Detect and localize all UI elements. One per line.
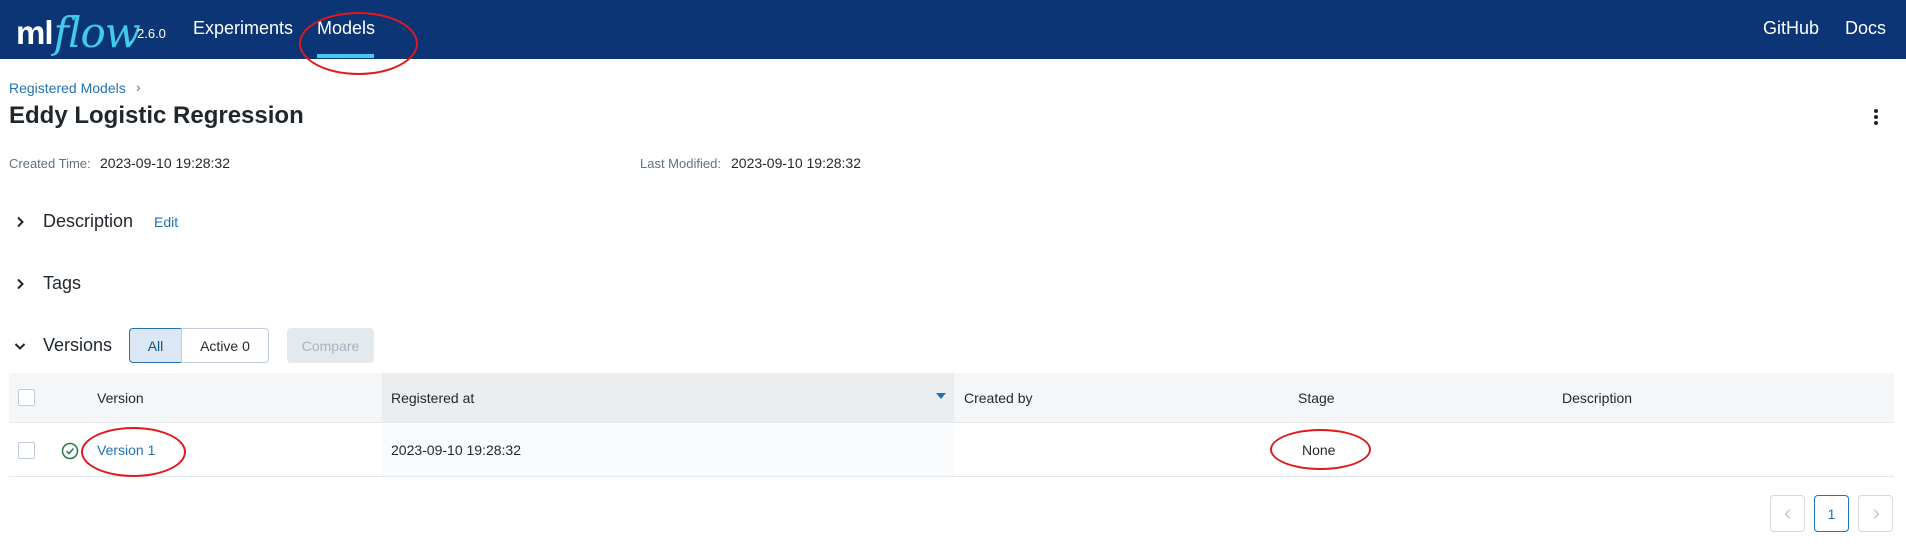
breadcrumb-registered-models[interactable]: Registered Models — [9, 80, 126, 96]
last-modified-value: 2023-09-10 19:28:32 — [731, 155, 861, 171]
col-header-description[interactable]: Description — [1562, 390, 1632, 406]
filter-active-button[interactable]: Active 0 — [181, 328, 269, 363]
created-time-label: Created Time: — [9, 156, 91, 171]
section-description-title[interactable]: Description — [43, 211, 133, 232]
nav-models[interactable]: Models — [317, 18, 375, 39]
mlflow-logo[interactable]: ml flow — [16, 2, 141, 57]
cell-stage[interactable]: None — [1302, 442, 1335, 458]
chevron-left-icon — [1783, 508, 1791, 519]
chevron-right-icon[interactable] — [14, 216, 26, 228]
description-edit-link[interactable]: Edit — [154, 214, 178, 230]
select-all-checkbox[interactable] — [18, 389, 35, 406]
row-checkbox[interactable] — [18, 442, 35, 459]
pagination-next-button[interactable] — [1858, 495, 1893, 532]
chevron-right-icon — [1872, 508, 1880, 519]
nav-experiments[interactable]: Experiments — [193, 18, 293, 39]
version-badge: 2.6.0 — [137, 26, 166, 41]
logo-flow-text: flow — [53, 8, 141, 57]
top-navbar: ml flow 2.6.0 Experiments Models GitHub … — [0, 0, 1906, 59]
nav-github[interactable]: GitHub — [1763, 18, 1819, 39]
col-header-created-by[interactable]: Created by — [964, 390, 1032, 406]
nav-docs[interactable]: Docs — [1845, 18, 1886, 39]
page-title: Eddy Logistic Regression — [9, 102, 304, 129]
version-link[interactable]: Version 1 — [97, 442, 155, 458]
chevron-right-icon[interactable] — [14, 278, 26, 290]
sort-desc-icon[interactable] — [936, 393, 946, 399]
check-circle-icon — [61, 442, 79, 460]
nav-active-underline — [317, 54, 374, 58]
compare-button[interactable]: Compare — [287, 328, 374, 363]
cell-registered-at: 2023-09-10 19:28:32 — [391, 442, 521, 458]
section-versions-title[interactable]: Versions — [43, 335, 112, 356]
col-header-stage[interactable]: Stage — [1298, 390, 1335, 406]
col-header-registered-at[interactable]: Registered at — [391, 390, 474, 406]
section-tags-title[interactable]: Tags — [43, 273, 81, 294]
filter-all-button[interactable]: All — [129, 328, 182, 363]
pagination-prev-button[interactable] — [1770, 495, 1805, 532]
kebab-menu-icon[interactable] — [1871, 107, 1881, 127]
logo-ml-text: ml — [16, 14, 54, 51]
breadcrumb-separator: › — [136, 79, 141, 95]
col-header-version[interactable]: Version — [97, 390, 144, 406]
chevron-down-icon[interactable] — [14, 340, 26, 352]
last-modified-label: Last Modified: — [640, 156, 721, 171]
created-time-value: 2023-09-10 19:28:32 — [100, 155, 230, 171]
pagination-page-1[interactable]: 1 — [1814, 495, 1849, 532]
